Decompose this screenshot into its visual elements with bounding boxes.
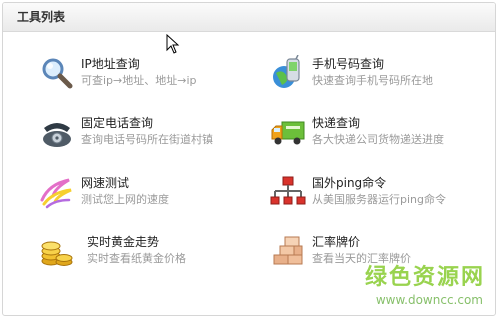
gold-coins-icon [41, 241, 73, 266]
tool-title: IP地址查询 [81, 57, 140, 71]
tool-description: 测试您上网的速度 [81, 193, 169, 206]
tool-description: 各大快递公司货物递送进度 [312, 133, 444, 146]
tool-ping-command[interactable]: 国外ping命令 从美国服务器运行ping命令 [270, 174, 480, 218]
mouse-cursor-icon [166, 34, 180, 54]
speed-swirl-icon [40, 178, 72, 209]
network-tree-icon [270, 176, 306, 205]
tool-description: 快速查询手机号码所在地 [312, 74, 433, 87]
telephone-icon [43, 123, 71, 147]
tool-title: 汇率牌价 [312, 235, 361, 249]
tool-list-panel: 工具列表 IP地址查询 可查ip→地址、地址→ip 手机号码查询 快速查询手机号… [2, 2, 496, 316]
mobile-globe-icon [273, 55, 300, 88]
tool-title: 实时黄金走势 [87, 235, 160, 249]
tool-description: 可查ip→地址、地址→ip [81, 74, 197, 87]
tool-express-lookup[interactable]: 快递查询 各大快递公司货物递送进度 [270, 114, 480, 158]
tool-gold-trend[interactable]: 实时黄金走势 实时查看纸黄金价格 [39, 233, 249, 277]
tool-title: 网速测试 [81, 176, 130, 190]
watermark-url: www.downcc.com [375, 293, 483, 307]
delivery-truck-icon [271, 121, 305, 145]
tool-ip-lookup[interactable]: IP地址查询 可查ip→地址、地址→ip [39, 55, 249, 99]
tool-description: 实时查看纸黄金价格 [87, 252, 186, 265]
panel-title: 工具列表 [3, 3, 495, 32]
tool-mobile-lookup[interactable]: 手机号码查询 快速查询手机号码所在地 [270, 55, 480, 99]
tool-description: 查询电话号码所在街道村镇 [81, 133, 213, 146]
magnifier-icon [42, 58, 73, 89]
tool-description: 从美国服务器运行ping命令 [312, 193, 446, 206]
tool-title: 国外ping命令 [312, 176, 387, 190]
brick-stack-icon [273, 236, 303, 265]
tool-title: 快递查询 [312, 116, 361, 130]
tool-title: 固定电话查询 [81, 116, 154, 130]
tool-landline-lookup[interactable]: 固定电话查询 查询电话号码所在街道村镇 [39, 114, 249, 158]
tool-title: 手机号码查询 [312, 57, 385, 71]
watermark-brand: 绿色资源网 [364, 265, 485, 290]
tool-speed-test[interactable]: 网速测试 测试您上网的速度 [39, 174, 249, 218]
